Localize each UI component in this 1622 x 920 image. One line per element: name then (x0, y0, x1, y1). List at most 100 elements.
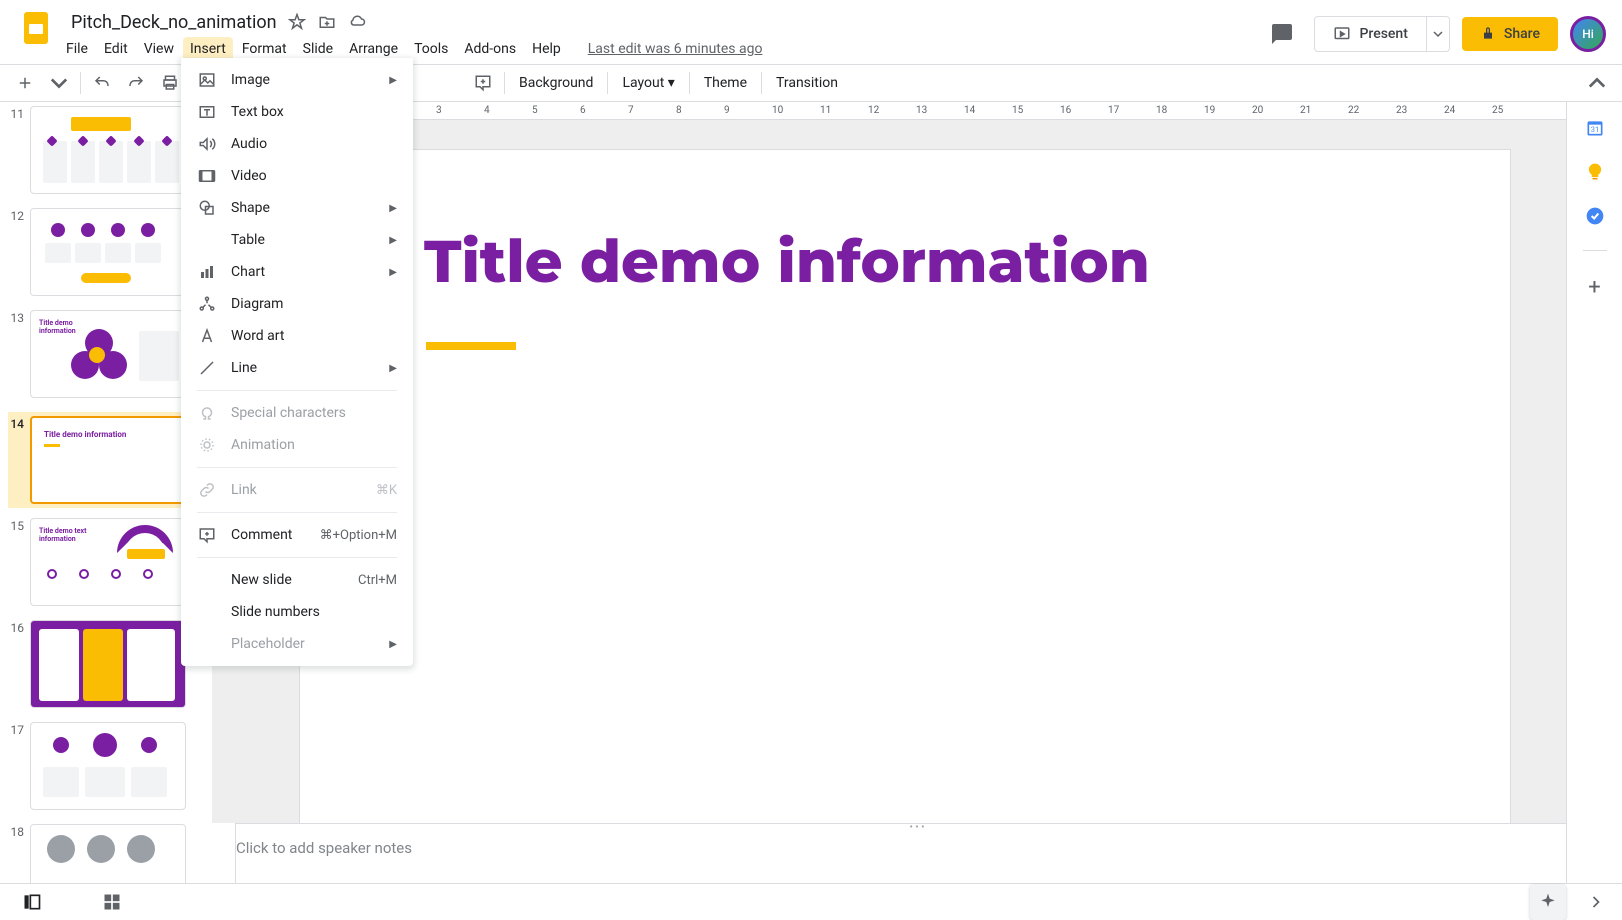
document-title[interactable]: Pitch_Deck_no_animation (64, 10, 284, 35)
insert-menu-dropdown: Image ▶ Text box Audio Video Shape ▶ Tab… (181, 58, 413, 666)
audio-icon (197, 135, 217, 153)
thumbnail-number: 14 (8, 416, 30, 504)
insert-audio[interactable]: Audio (181, 128, 413, 160)
special-chars-icon (197, 404, 217, 422)
title-area: Pitch_Deck_no_animation File Edit View I… (64, 8, 1262, 62)
thumbnail[interactable]: Title demo information (30, 416, 186, 504)
insert-comment[interactable]: Comment ⌘+Option+M (181, 519, 413, 551)
thumbnail[interactable] (30, 620, 186, 708)
diagram-icon (197, 295, 217, 313)
animation-icon (197, 436, 217, 454)
insert-placeholder: Placeholder ▶ (181, 628, 413, 660)
comment-icon (197, 526, 217, 544)
wordart-icon (197, 327, 217, 345)
add-comment-button[interactable] (468, 70, 498, 96)
thumbnail[interactable] (30, 824, 186, 883)
thumbnail-number: 15 (8, 518, 30, 606)
insert-textbox[interactable]: Text box (181, 96, 413, 128)
grid-view-button[interactable] (96, 886, 128, 918)
insert-new-slide[interactable]: New slide Ctrl+M (181, 564, 413, 596)
thumbnail[interactable] (30, 208, 186, 296)
menu-help[interactable]: Help (525, 37, 568, 61)
comments-history-icon[interactable] (1262, 14, 1302, 54)
background-button[interactable]: Background (509, 71, 603, 95)
canvas-area: 345678910111213141516171819202122232425 … (212, 102, 1622, 883)
header-actions: Present Share Hi (1262, 14, 1606, 54)
insert-line[interactable]: Line ▶ (181, 352, 413, 384)
keep-addon-icon[interactable] (1585, 162, 1605, 182)
insert-special-characters: Special characters (181, 397, 413, 429)
thumbnail[interactable] (30, 722, 186, 810)
thumbnail[interactable] (30, 106, 186, 194)
cloud-status-icon[interactable] (348, 13, 366, 31)
menu-file[interactable]: File (59, 37, 95, 61)
insert-table[interactable]: Table ▶ (181, 224, 413, 256)
thumbnail-number: 11 (8, 106, 30, 194)
chart-icon (197, 263, 217, 281)
insert-link: Link ⌘K (181, 474, 413, 506)
star-icon[interactable] (288, 13, 306, 31)
canvas-viewport[interactable]: Title demo information (212, 120, 1622, 823)
insert-video[interactable]: Video (181, 160, 413, 192)
layout-dropdown[interactable]: Layout ▾ (612, 71, 684, 95)
insert-wordart[interactable]: Word art (181, 320, 413, 352)
insert-slide-numbers[interactable]: Slide numbers (181, 596, 413, 628)
bottom-bar (0, 883, 1622, 919)
textbox-icon (197, 103, 217, 121)
menu-view[interactable]: View (137, 37, 181, 61)
menu-tools[interactable]: Tools (407, 37, 455, 61)
theme-button[interactable]: Theme (694, 71, 757, 95)
image-icon (197, 71, 217, 89)
notes-resize-handle[interactable]: • • • (212, 823, 1622, 831)
thumbnail[interactable]: Title demo textinformation (30, 518, 186, 606)
share-button[interactable]: Share (1462, 17, 1558, 51)
submenu-arrow-icon: ▶ (389, 75, 397, 86)
video-icon (197, 167, 217, 185)
calendar-addon-icon[interactable]: 31 (1585, 118, 1605, 138)
insert-chart[interactable]: Chart ▶ (181, 256, 413, 288)
filmstrip-view-button[interactable] (16, 886, 48, 918)
insert-diagram[interactable]: Diagram (181, 288, 413, 320)
thumbnail[interactable]: Title demoinformation (30, 310, 186, 398)
tasks-addon-icon[interactable] (1585, 206, 1605, 226)
thumbnail-number: 12 (8, 208, 30, 296)
submenu-arrow-icon: ▶ (389, 639, 397, 650)
slides-logo[interactable] (16, 8, 56, 48)
last-edit-link[interactable]: Last edit was 6 minutes ago (588, 41, 763, 57)
thumbnail-row[interactable]: 17 (8, 722, 212, 810)
speaker-notes[interactable]: Click to add speaker notes (212, 831, 1622, 883)
insert-image[interactable]: Image ▶ (181, 64, 413, 96)
thumbnail-number: 16 (8, 620, 30, 708)
redo-button[interactable] (121, 70, 151, 96)
thumbnail-row[interactable]: 18 (8, 824, 212, 883)
submenu-arrow-icon: ▶ (389, 235, 397, 246)
next-panel-button[interactable] (1586, 892, 1606, 912)
thumbnail-number: 17 (8, 722, 30, 810)
app-header: Pitch_Deck_no_animation File Edit View I… (0, 0, 1622, 64)
insert-shape[interactable]: Shape ▶ (181, 192, 413, 224)
explore-button[interactable] (1530, 884, 1566, 920)
submenu-arrow-icon: ▶ (389, 363, 397, 374)
menu-edit[interactable]: Edit (97, 37, 135, 61)
present-button[interactable]: Present (1314, 16, 1426, 52)
menu-addons[interactable]: Add-ons (457, 37, 523, 61)
transition-button[interactable]: Transition (766, 71, 848, 95)
new-slide-button[interactable] (10, 70, 40, 96)
shape-icon (197, 199, 217, 217)
collapse-toolbar-button[interactable] (1582, 70, 1612, 96)
submenu-arrow-icon: ▶ (389, 267, 397, 278)
add-addon-button[interactable]: + (1588, 275, 1600, 300)
line-icon (197, 359, 217, 377)
present-label: Present (1359, 26, 1407, 42)
slide-title-underline (426, 342, 516, 350)
move-icon[interactable] (318, 13, 336, 31)
slide-title-text[interactable]: Title demo information (424, 225, 1150, 297)
insert-animation: Animation (181, 429, 413, 461)
undo-button[interactable] (87, 70, 117, 96)
present-dropdown[interactable] (1427, 16, 1450, 52)
slide-canvas[interactable]: Title demo information (300, 150, 1510, 823)
thumbnail-number: 13 (8, 310, 30, 398)
link-icon (197, 481, 217, 499)
account-avatar[interactable]: Hi (1570, 16, 1606, 52)
new-slide-dropdown[interactable] (44, 70, 74, 96)
